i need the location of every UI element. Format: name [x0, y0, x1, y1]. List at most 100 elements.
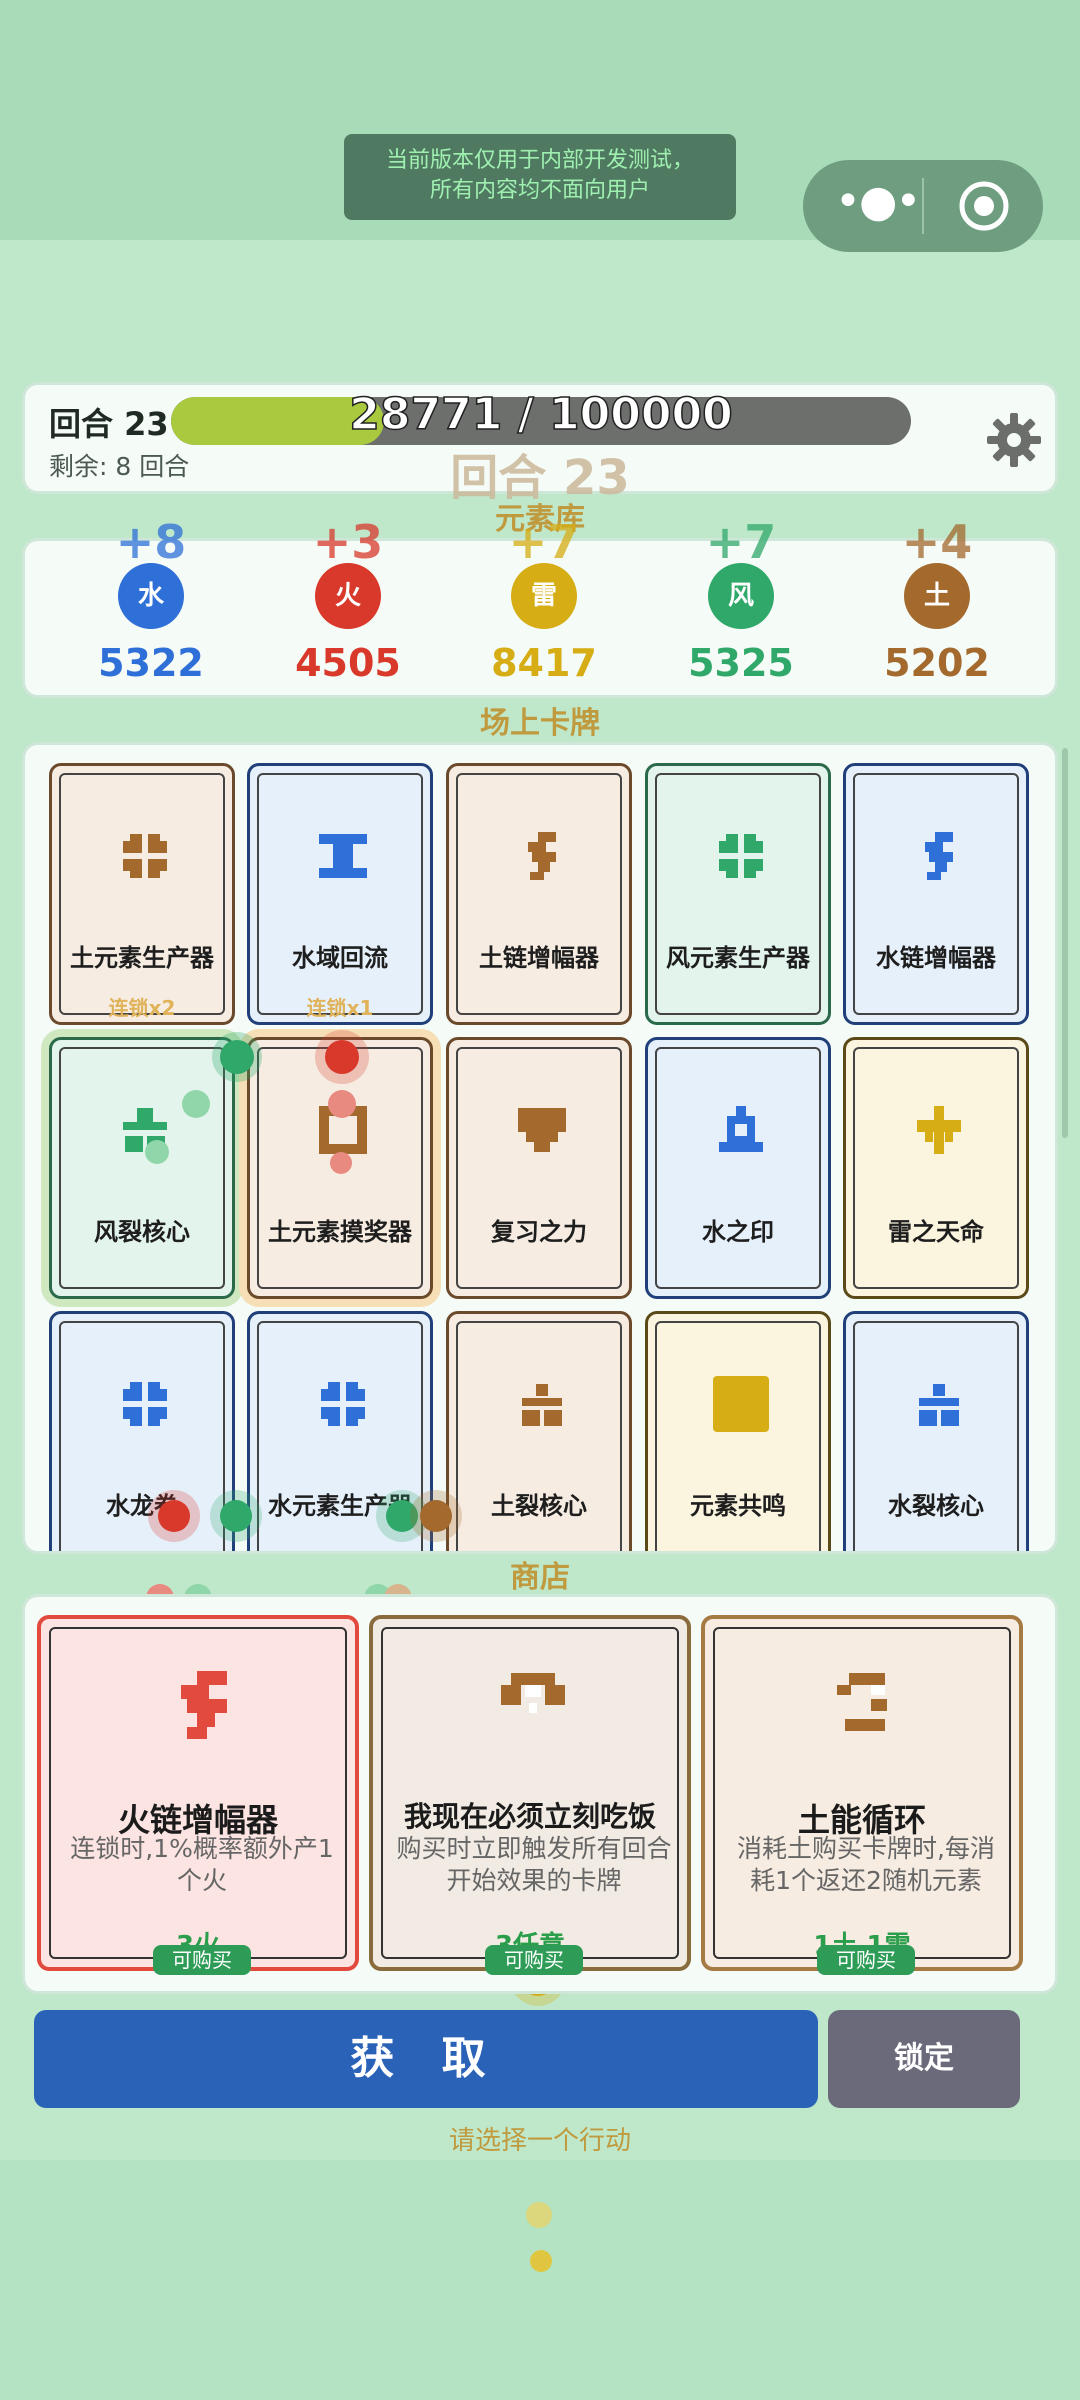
card-name: 土元素生产器 [70, 944, 214, 972]
element-count: 5202 [884, 641, 990, 685]
element-count: 8417 [491, 641, 597, 685]
element-orb [182, 1090, 210, 1118]
board-scrollbar[interactable] [1062, 748, 1068, 1138]
action-hint: 请选择一个行动 [448, 2126, 631, 2156]
card-name: 土裂核心 [491, 1492, 587, 1520]
board-cards-grid: 土元素生产器 连锁x2 水域回流 连锁x1 土链增幅器 风元素生产器 水链增幅器… [22, 742, 1058, 1554]
earth-producer-icon [123, 834, 167, 878]
element-orb [220, 1500, 252, 1532]
shop-card[interactable]: 火链增幅器 连锁时,1%概率额外产1个火 3火 可购买 [37, 1615, 359, 1975]
earth-cycle-icon [837, 1673, 887, 1731]
card-frame [59, 1047, 225, 1289]
card-name: 水龙卷 [106, 1492, 178, 1520]
earth-element-icon: 土 [904, 563, 970, 629]
board-card[interactable]: 水域回流 连锁x1 [247, 763, 433, 1025]
fire-amplifier-icon [181, 1671, 227, 1739]
element-delta: +7 [705, 515, 777, 569]
card-name: 水域回流 [292, 944, 388, 972]
board-card[interactable]: 水之印 [645, 1037, 831, 1299]
shop-section-title: 商店 [510, 1560, 570, 1595]
element-delta: +4 [901, 515, 973, 569]
element-library: +8 水 5322 +3 火 4505 +7 雷 8417 +7 风 5325 … [22, 515, 1058, 701]
card-frame [655, 1047, 821, 1289]
card-frame [257, 773, 423, 1015]
card-name: 复习之力 [491, 1218, 587, 1246]
board-card[interactable]: 土链增幅器 [446, 763, 632, 1025]
score-progress-text: 28771 / 100000 [349, 388, 734, 441]
shop-card-description: 消耗土购买卡牌时,每消耗1个返还2随机元素 [737, 1834, 995, 1895]
earth-amplifier-icon [528, 832, 556, 880]
card-name: 水链增幅器 [876, 944, 996, 972]
card-name: 风裂核心 [94, 1218, 190, 1246]
element-orb [158, 1500, 190, 1532]
card-name: 风元素生产器 [666, 944, 810, 972]
board-section-title: 场上卡牌 [480, 706, 600, 741]
board-card[interactable]: 水龙卷 [49, 1311, 235, 1551]
thunder-element-icon: 雷 [511, 563, 577, 629]
more-dots-icon[interactable]: •●• [835, 180, 921, 230]
water-seal-icon [719, 1106, 763, 1152]
element-wind: +7 风 5325 [661, 515, 821, 701]
fire-element-icon: 火 [315, 563, 381, 629]
board-card[interactable]: 水裂核心 [843, 1311, 1029, 1551]
element-delta: +8 [115, 515, 187, 569]
shop-card-title: 我现在必须立刻吃饭 [403, 1800, 656, 1833]
element-orb [145, 1140, 169, 1164]
get-button[interactable]: 获 取 [34, 2010, 818, 2108]
thunder-fate-icon [917, 1106, 961, 1154]
element-orb [526, 2202, 552, 2228]
lock-button[interactable]: 锁定 [828, 2010, 1020, 2108]
miniprogram-capsule: •●• [803, 160, 1043, 252]
element-orb [330, 1152, 352, 1174]
element-orb [420, 1500, 452, 1532]
element-earth: +4 土 5202 [857, 515, 1017, 701]
card-chain-badge: 连锁x2 [108, 996, 176, 1020]
card-name: 雷之天命 [888, 1218, 984, 1246]
wind-producer-icon [719, 834, 763, 878]
dev-notice-line2: 所有内容均不面向用户 [429, 178, 650, 203]
resonance-icon [713, 1376, 769, 1432]
board-card[interactable]: 风元素生产器 [645, 763, 831, 1025]
board-card[interactable]: 雷之天命 [843, 1037, 1029, 1299]
shop-panel: 火链增幅器 连锁时,1%概率额外产1个火 3火 可购买 我现在必须立刻吃饭 购买… [22, 1594, 1058, 1994]
shop-card[interactable]: 我现在必须立刻吃饭 购买时立即触发所有回合开始效果的卡牌 3任意 可购买 [369, 1615, 691, 1975]
board-card[interactable]: 风裂核心 [49, 1037, 235, 1299]
water-producer-icon [321, 1382, 365, 1426]
board-card[interactable]: 土裂核心 [446, 1311, 632, 1551]
round-label: 回合 23 [49, 405, 169, 443]
gear-icon[interactable] [985, 411, 1043, 469]
card-name: 元素共鸣 [690, 1492, 786, 1520]
card-frame [59, 773, 225, 1015]
capsule-divider [922, 178, 924, 234]
card-chain-badge: 连锁x1 [306, 996, 374, 1020]
element-delta: +7 [508, 515, 580, 569]
remaining-rounds: 剩余: 8 回合 [49, 452, 190, 481]
board-card[interactable]: 水链增幅器 [843, 763, 1029, 1025]
eat-now-icon [501, 1673, 565, 1713]
card-frame [456, 1047, 622, 1289]
card-name: 土链增幅器 [479, 944, 599, 972]
card-name: 水裂核心 [888, 1492, 984, 1520]
element-count: 5322 [98, 641, 204, 685]
board-card[interactable]: 土元素生产器 连锁x2 [49, 763, 235, 1025]
card-name: 水之印 [702, 1218, 774, 1246]
element-orb [220, 1040, 254, 1074]
bottom-background [0, 2160, 1080, 2400]
element-count: 4505 [295, 641, 401, 685]
board-card[interactable]: 复习之力 [446, 1037, 632, 1299]
card-frame [456, 773, 622, 1015]
card-name: 土元素摸奖器 [268, 1218, 412, 1246]
water-core-icon [919, 1384, 959, 1426]
element-count: 5325 [688, 641, 794, 685]
board-card[interactable]: 元素共鸣 [645, 1311, 831, 1551]
water-amplifier-icon [925, 832, 953, 880]
element-orb [325, 1040, 359, 1074]
buy-badge: 可购买 [817, 1945, 915, 1975]
shop-card[interactable]: 土能循环 消耗土购买卡牌时,每消耗1个返还2随机元素 1土 1雷 可购买 [701, 1615, 1023, 1975]
element-water: +8 水 5322 [71, 515, 231, 701]
dev-notice: 当前版本仅用于内部开发测试， 所有内容均不面向用户 [344, 134, 736, 220]
earth-core-icon [522, 1384, 562, 1426]
target-icon[interactable] [958, 180, 1010, 232]
element-fire: +3 火 4505 [268, 515, 428, 701]
wind-element-icon: 风 [708, 563, 774, 629]
